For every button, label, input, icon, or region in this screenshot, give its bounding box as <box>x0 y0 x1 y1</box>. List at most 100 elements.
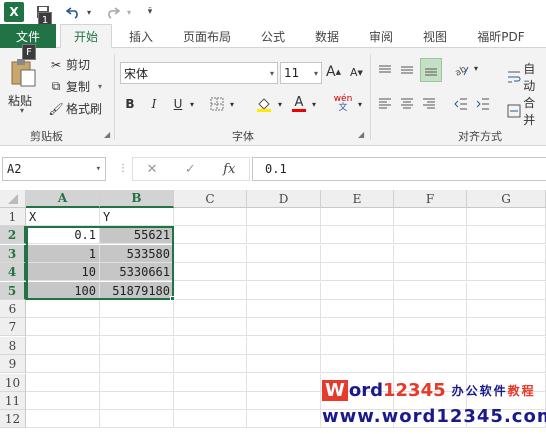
cell-a5[interactable]: 100 <box>26 282 100 300</box>
insert-function-icon[interactable]: fx <box>223 162 235 177</box>
cell-a12[interactable] <box>26 410 100 428</box>
underline-dropdown-icon[interactable]: ▾ <box>188 95 196 113</box>
tab-data[interactable]: 数据 <box>304 24 350 48</box>
cell-d7[interactable] <box>247 318 321 336</box>
enter-icon[interactable]: ✓ <box>185 162 196 177</box>
paste-dropdown-icon[interactable]: ▾ <box>20 106 24 115</box>
redo-icon[interactable] <box>104 2 122 22</box>
cell-g1[interactable] <box>467 208 546 226</box>
row-header-10[interactable]: 10 <box>0 374 26 392</box>
cell-f1[interactable] <box>394 208 467 226</box>
increase-indent-icon[interactable] <box>474 94 492 114</box>
column-header-f[interactable]: F <box>394 190 467 208</box>
cell-f3[interactable] <box>394 245 467 263</box>
cancel-icon[interactable]: ✕ <box>147 162 158 177</box>
tab-formulas[interactable]: 公式 <box>250 24 296 48</box>
orientation-dropdown-icon[interactable]: ▾ <box>474 64 478 73</box>
row-header-3[interactable]: 3 <box>0 245 26 263</box>
cell-b2[interactable]: 55621 <box>100 226 174 244</box>
cell-c6[interactable] <box>174 300 247 318</box>
orientation-icon[interactable]: ab <box>452 60 472 80</box>
decrease-indent-icon[interactable] <box>452 94 470 114</box>
cell-c7[interactable] <box>174 318 247 336</box>
fill-handle[interactable] <box>170 296 175 301</box>
column-header-b[interactable]: B <box>100 190 174 208</box>
cell-a3[interactable]: 1 <box>26 245 100 263</box>
row-header-1[interactable]: 1 <box>0 208 26 226</box>
cell-f9[interactable] <box>394 355 467 373</box>
cell-b5[interactable]: 51879180 <box>100 282 174 300</box>
cell-b8[interactable] <box>100 337 174 355</box>
font-name-combo[interactable]: 宋体 ▾ <box>120 62 278 84</box>
select-all-corner[interactable] <box>0 190 26 208</box>
fill-color-icon[interactable] <box>254 95 274 113</box>
row-header-6[interactable]: 6 <box>0 300 26 318</box>
cell-c2[interactable] <box>174 226 247 244</box>
cell-f6[interactable] <box>394 300 467 318</box>
tab-insert[interactable]: 插入 <box>118 24 164 48</box>
row-header-9[interactable]: 9 <box>0 355 26 373</box>
font-color-dropdown-icon[interactable]: ▾ <box>310 95 318 113</box>
row-header-7[interactable]: 7 <box>0 318 26 336</box>
decrease-font-size-icon[interactable]: A ▼ <box>350 66 363 79</box>
cell-c5[interactable] <box>174 282 247 300</box>
cell-c1[interactable] <box>174 208 247 226</box>
cell-a4[interactable]: 10 <box>26 263 100 281</box>
cell-f7[interactable] <box>394 318 467 336</box>
cell-d2[interactable] <box>247 226 321 244</box>
cell-b1[interactable]: Y <box>100 208 174 226</box>
align-right-icon[interactable] <box>420 94 438 114</box>
cell-b10[interactable] <box>100 374 174 392</box>
cell-e7[interactable] <box>321 318 394 336</box>
cell-f8[interactable] <box>394 337 467 355</box>
customize-toolbar-icon[interactable]: ▾̄ <box>144 2 156 22</box>
merge-center-button[interactable]: 合并 <box>506 94 546 128</box>
align-left-icon[interactable] <box>376 94 394 114</box>
cut-button[interactable]: ✂ 剪切 <box>48 56 90 73</box>
cell-c3[interactable] <box>174 245 247 263</box>
wrap-text-button[interactable]: 自动 <box>506 60 546 94</box>
cell-d5[interactable] <box>247 282 321 300</box>
cell-a11[interactable] <box>26 392 100 410</box>
align-bottom-icon[interactable] <box>420 58 442 82</box>
cell-f4[interactable] <box>394 263 467 281</box>
cell-a2[interactable]: 0.1 <box>26 226 100 244</box>
italic-button[interactable]: I <box>146 95 162 113</box>
cell-g9[interactable] <box>467 355 546 373</box>
font-launcher-icon[interactable]: ◢ <box>358 130 364 139</box>
cell-a9[interactable] <box>26 355 100 373</box>
tab-foxit-pdf[interactable]: 福昕PDF <box>466 24 536 48</box>
tab-home[interactable]: 开始 <box>60 24 112 48</box>
cell-e9[interactable] <box>321 355 394 373</box>
row-header-5[interactable]: 5 <box>0 282 26 300</box>
align-center-icon[interactable] <box>398 94 416 114</box>
borders-dropdown-icon[interactable]: ▾ <box>228 95 236 113</box>
cell-d1[interactable] <box>247 208 321 226</box>
cell-d9[interactable] <box>247 355 321 373</box>
cell-a6[interactable] <box>26 300 100 318</box>
copy-button[interactable]: ⧉ 复制 ▾ <box>48 78 102 95</box>
column-header-c[interactable]: C <box>174 190 247 208</box>
name-box[interactable]: A2 ▾ <box>2 157 106 181</box>
row-header-2[interactable]: 2 <box>0 226 26 244</box>
undo-icon[interactable] <box>64 2 82 22</box>
cell-c4[interactable] <box>174 263 247 281</box>
tab-review[interactable]: 审阅 <box>358 24 404 48</box>
cell-e3[interactable] <box>321 245 394 263</box>
cell-a1[interactable]: X <box>26 208 100 226</box>
cell-g7[interactable] <box>467 318 546 336</box>
bold-button[interactable]: B <box>122 95 138 113</box>
row-header-12[interactable]: 12 <box>0 410 26 428</box>
row-header-8[interactable]: 8 <box>0 337 26 355</box>
cell-b3[interactable]: 533580 <box>100 245 174 263</box>
cell-b11[interactable] <box>100 392 174 410</box>
column-header-e[interactable]: E <box>321 190 394 208</box>
cell-g3[interactable] <box>467 245 546 263</box>
undo-dropdown-icon[interactable]: ▾ <box>84 2 94 22</box>
cell-g5[interactable] <box>467 282 546 300</box>
cell-e5[interactable] <box>321 282 394 300</box>
font-color-icon[interactable]: A <box>290 95 308 113</box>
cell-d10[interactable] <box>247 374 321 392</box>
cell-a10[interactable] <box>26 374 100 392</box>
cell-f2[interactable] <box>394 226 467 244</box>
